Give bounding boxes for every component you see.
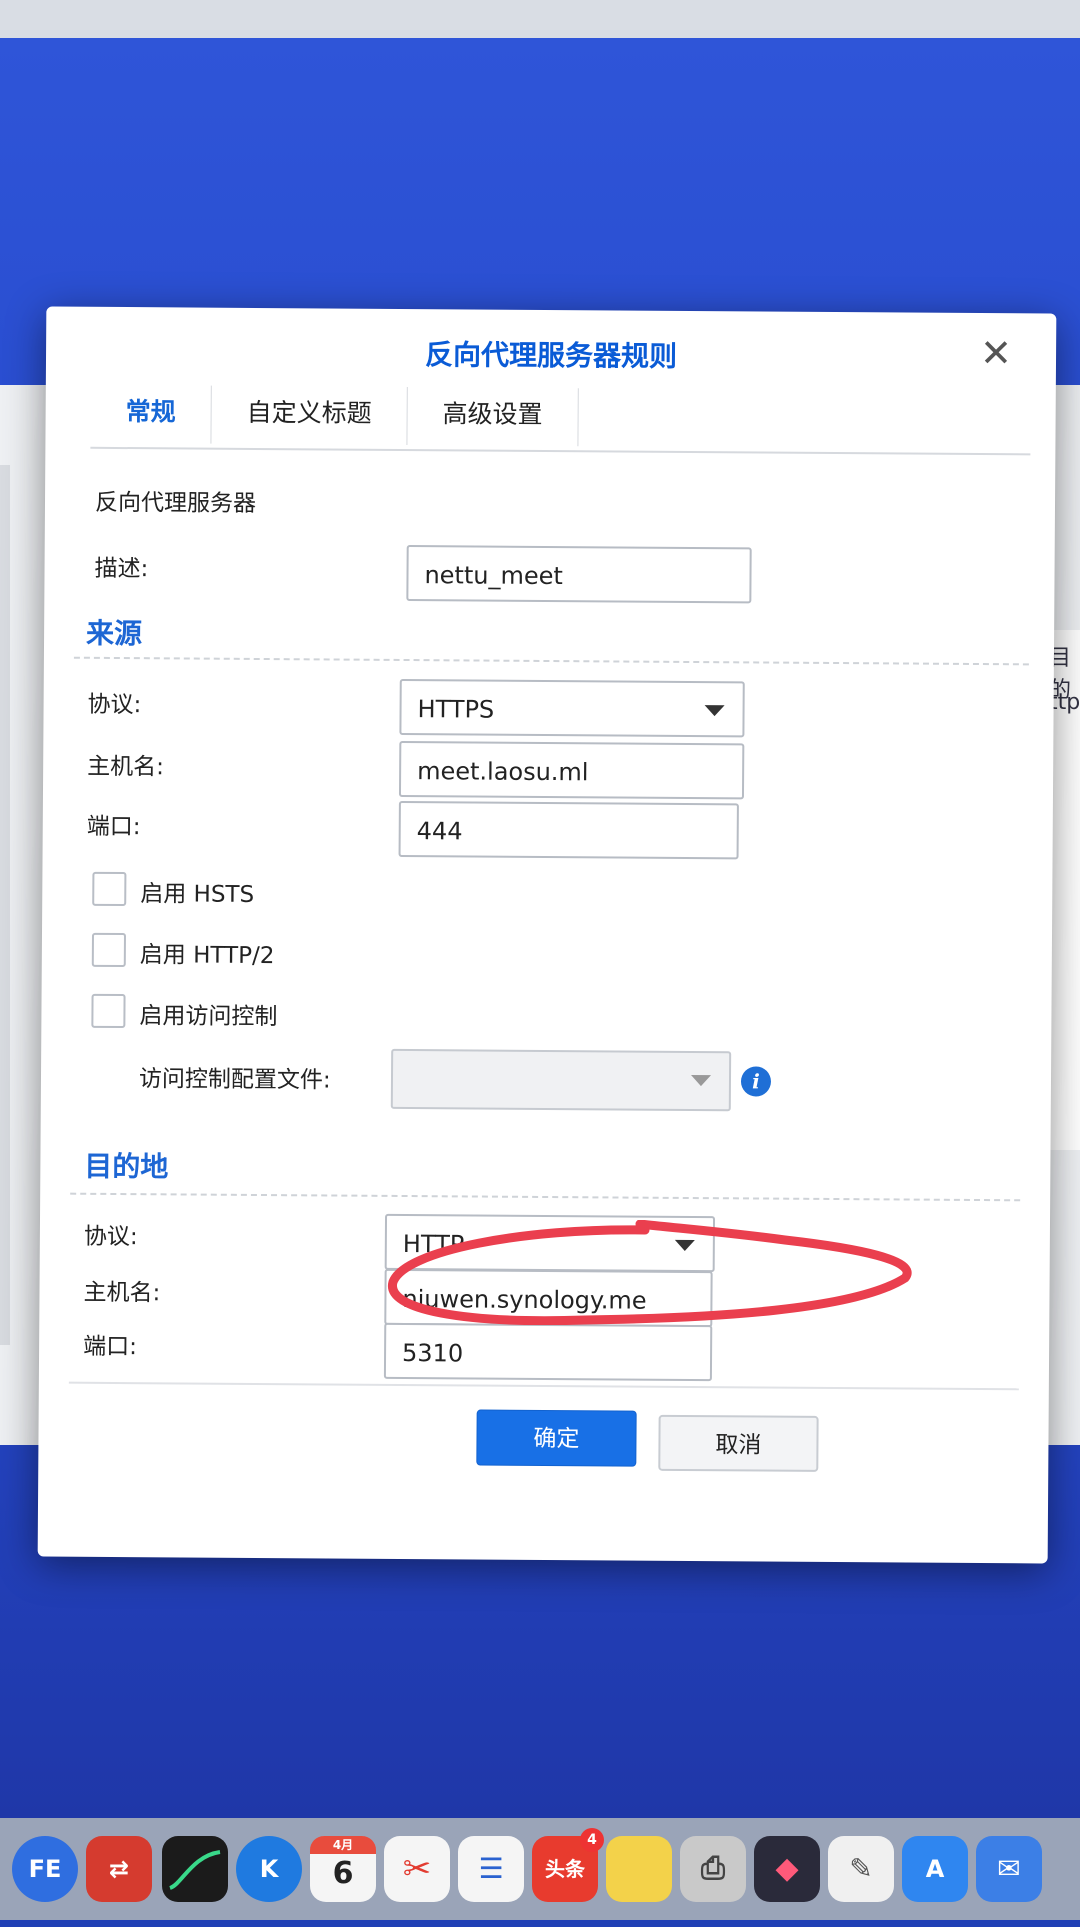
fe-app-icon[interactable]: FE (12, 1836, 78, 1902)
mail-icon[interactable]: ✉ (976, 1836, 1042, 1902)
access-profile-select[interactable] (390, 1048, 732, 1112)
chevron-down-icon (704, 705, 725, 717)
access-control-label: 启用访问控制 (139, 1003, 278, 1031)
access-profile-label: 访问控制配置文件: (138, 1066, 331, 1094)
footer-divider (68, 1381, 1019, 1391)
destination-hostname-label: 主机名: (83, 1279, 161, 1307)
destination-heading: 目的地 (84, 1149, 169, 1184)
access-control-checkbox[interactable] (91, 993, 126, 1029)
reminders-icon[interactable]: ☰ (458, 1836, 524, 1902)
source-protocol-select[interactable]: HTTPS (399, 678, 745, 738)
toutiao-label: 头条 (545, 1857, 585, 1881)
info-icon[interactable]: i (740, 1066, 772, 1097)
chevron-down-icon (674, 1239, 695, 1252)
destination-protocol-label: 协议: (83, 1223, 138, 1251)
source-heading: 来源 (85, 616, 143, 651)
cancel-button[interactable]: 取消 (658, 1414, 819, 1472)
http2-checkbox[interactable] (91, 932, 127, 968)
app-store-icon[interactable]: A (902, 1836, 968, 1902)
description-label: 描述: (94, 555, 149, 583)
description-field[interactable]: nettu_meet (406, 545, 752, 604)
source-hostname-label: 主机名: (87, 753, 165, 781)
tab-advanced-settings[interactable]: 高级设置 (407, 379, 577, 450)
notification-badge: 4 (580, 1828, 604, 1852)
k-app-icon[interactable]: K (236, 1836, 302, 1902)
section-subtitle: 反向代理服务器 (94, 489, 257, 517)
dock: FE ⇄ K 4月 6 ✂ ☰ 头条 4 ⎙ ◆ ✎ A ✉ (0, 1818, 1080, 1920)
screen-top-bezel (0, 0, 1080, 38)
background-window-left-edge (0, 465, 10, 1345)
calendar-day: 6 (332, 1856, 354, 1891)
destination-protocol-value: HTTP (402, 1230, 465, 1259)
terminal-chart-icon[interactable] (162, 1836, 228, 1902)
scissors-icon[interactable]: ✂ (384, 1836, 450, 1902)
source-hostname-field[interactable]: meet.laosu.ml (398, 740, 745, 800)
destination-hostname-field[interactable]: niuwen.synology.me (384, 1268, 713, 1328)
source-port-label: 端口: (86, 813, 141, 841)
tab-custom-header[interactable]: 自定义标题 (211, 378, 406, 449)
close-icon[interactable]: ✕ (976, 331, 1016, 375)
chevron-down-icon (690, 1075, 712, 1087)
calendar-icon[interactable]: 4月 6 (310, 1836, 376, 1902)
destination-port-field[interactable]: 5310 (383, 1322, 713, 1382)
tab-general[interactable]: 常规 (90, 377, 210, 448)
source-protocol-label: 协议: (87, 691, 142, 719)
source-protocol-value: HTTPS (417, 695, 495, 724)
destination-protocol-select[interactable]: HTTP (384, 1213, 716, 1273)
shortcuts-icon[interactable]: ◆ (754, 1836, 820, 1902)
hsts-label: 启用 HSTS (140, 881, 255, 908)
reverse-proxy-rule-dialog: 反向代理服务器规则 ✕ 常规 自定义标题 高级设置 反向代理服务器 描述: ne… (37, 306, 1057, 1564)
http2-label: 启用 HTTP/2 (139, 942, 275, 970)
source-port-field[interactable]: 444 (398, 800, 739, 860)
dialog-title: 反向代理服务器规则 (424, 338, 678, 373)
source-divider (73, 656, 1029, 666)
toutiao-icon[interactable]: 头条 4 (532, 1828, 604, 1902)
chart-line-glyph (169, 1850, 221, 1890)
remote-desktop-icon[interactable]: ⇄ (86, 1836, 152, 1902)
tab-separator (577, 388, 579, 447)
destination-port-label: 端口: (83, 1333, 137, 1361)
calendar-month: 4月 (310, 1836, 376, 1854)
hsts-checkbox[interactable] (92, 871, 127, 907)
ok-button[interactable]: 确定 (476, 1409, 637, 1467)
notes-icon[interactable] (606, 1836, 672, 1902)
tab-bar: 常规 自定义标题 高级设置 (90, 376, 1031, 456)
printer-icon[interactable]: ⎙ (680, 1836, 746, 1902)
textedit-icon[interactable]: ✎ (828, 1836, 894, 1902)
destination-divider (70, 1192, 1021, 1202)
